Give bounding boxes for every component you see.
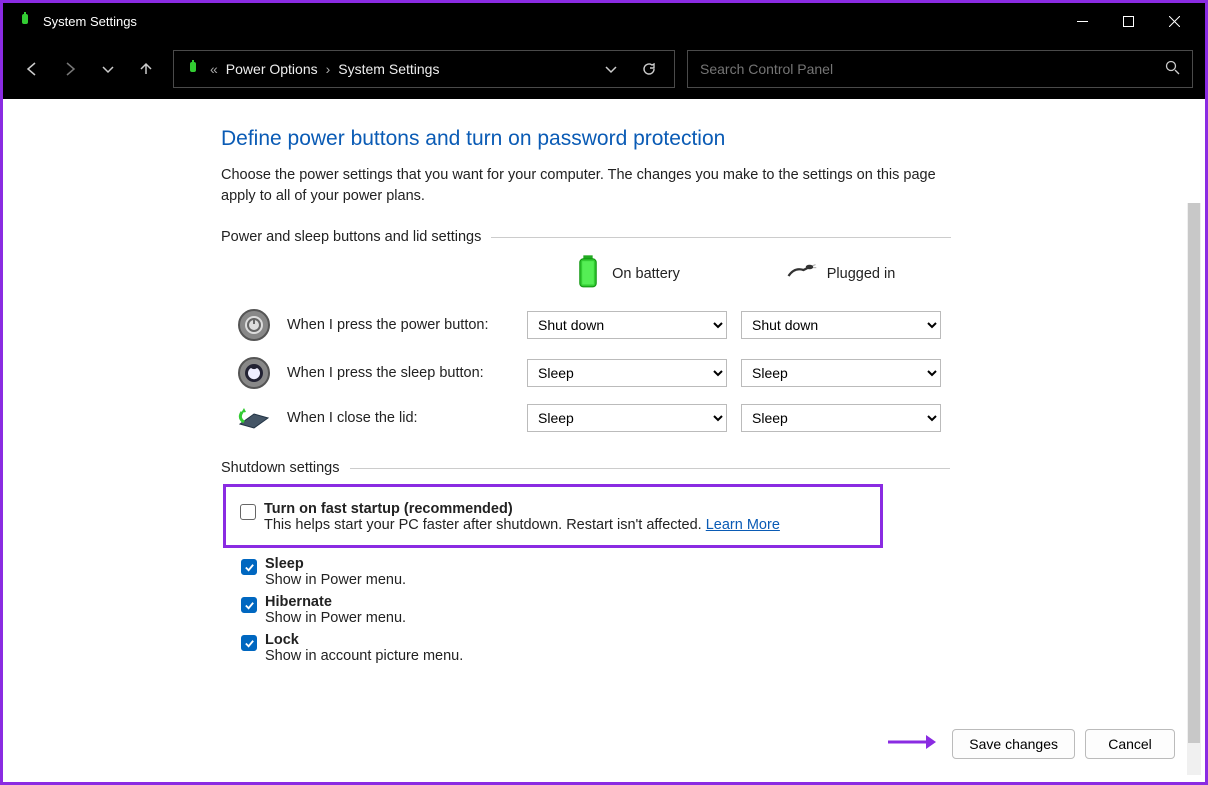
- plug-icon: [787, 264, 817, 283]
- refresh-button[interactable]: [634, 54, 664, 84]
- page-description: Choose the power settings that you want …: [221, 165, 961, 207]
- content-pane: Define power buttons and turn on passwor…: [3, 99, 1205, 779]
- lock-option-label: Lock: [265, 632, 463, 648]
- address-bar[interactable]: « Power Options › System Settings: [173, 50, 675, 88]
- power-button-label: When I press the power button:: [287, 317, 527, 333]
- forward-button[interactable]: [53, 52, 87, 86]
- cancel-button[interactable]: Cancel: [1085, 729, 1175, 759]
- search-input[interactable]: [700, 61, 1165, 77]
- minimize-button[interactable]: [1059, 3, 1105, 39]
- breadcrumb-system-settings[interactable]: System Settings: [338, 61, 439, 77]
- address-icon: [184, 59, 202, 80]
- power-button-on-battery-select[interactable]: Shut down: [527, 311, 727, 339]
- lock-option-desc: Show in account picture menu.: [265, 648, 463, 664]
- lid-on-battery-select[interactable]: Sleep: [527, 404, 727, 432]
- back-button[interactable]: [15, 52, 49, 86]
- sleep-button-icon: [221, 356, 287, 390]
- sleep-button-plugged-in-select[interactable]: Sleep: [741, 359, 941, 387]
- breadcrumb-overflow-icon[interactable]: «: [210, 61, 218, 77]
- power-button-plugged-in-select[interactable]: Shut down: [741, 311, 941, 339]
- nav-toolbar: « Power Options › System Settings: [3, 39, 1205, 99]
- recent-dropdown[interactable]: [91, 52, 125, 86]
- hibernate-option-desc: Show in Power menu.: [265, 610, 406, 626]
- annotation-arrow-icon: [886, 728, 936, 759]
- app-icon: [17, 12, 33, 31]
- sleep-option-label: Sleep: [265, 556, 406, 572]
- sleep-button-label: When I press the sleep button:: [287, 365, 527, 381]
- hibernate-checkbox[interactable]: [241, 597, 257, 613]
- page-title: Define power buttons and turn on passwor…: [221, 127, 1205, 151]
- learn-more-link[interactable]: Learn More: [706, 517, 780, 533]
- sleep-option-desc: Show in Power menu.: [265, 572, 406, 588]
- scrollbar-thumb[interactable]: [1188, 203, 1200, 743]
- chevron-right-icon: ›: [326, 61, 331, 77]
- maximize-button[interactable]: [1105, 3, 1151, 39]
- fast-startup-desc: This helps start your PC faster after sh…: [264, 517, 780, 533]
- fast-startup-label: Turn on fast startup (recommended): [264, 501, 780, 517]
- save-changes-button[interactable]: Save changes: [952, 729, 1075, 759]
- section-shutdown-label: Shutdown settings: [221, 460, 1205, 476]
- section-power-sleep-label: Power and sleep buttons and lid settings: [221, 229, 1205, 245]
- vertical-scrollbar[interactable]: [1187, 203, 1201, 775]
- up-button[interactable]: [129, 52, 163, 86]
- breadcrumb-power-options[interactable]: Power Options: [226, 61, 318, 77]
- sleep-checkbox[interactable]: [241, 559, 257, 575]
- column-plugged-in: Plugged in: [741, 264, 941, 283]
- address-dropdown[interactable]: [596, 54, 626, 84]
- hibernate-option-label: Hibernate: [265, 594, 406, 610]
- battery-icon: [574, 253, 602, 294]
- lid-label: When I close the lid:: [287, 410, 527, 426]
- title-bar: System Settings: [3, 3, 1205, 39]
- sleep-button-on-battery-select[interactable]: Sleep: [527, 359, 727, 387]
- lid-icon: [221, 404, 287, 432]
- lid-plugged-in-select[interactable]: Sleep: [741, 404, 941, 432]
- column-on-battery: On battery: [527, 253, 727, 294]
- fast-startup-checkbox[interactable]: [240, 504, 256, 520]
- window-title: System Settings: [43, 14, 137, 29]
- annotation-highlight-box: Turn on fast startup (recommended) This …: [223, 484, 883, 548]
- lock-checkbox[interactable]: [241, 635, 257, 651]
- search-icon[interactable]: [1165, 60, 1180, 78]
- search-bar[interactable]: [687, 50, 1193, 88]
- power-button-icon: [221, 308, 287, 342]
- close-button[interactable]: [1151, 3, 1197, 39]
